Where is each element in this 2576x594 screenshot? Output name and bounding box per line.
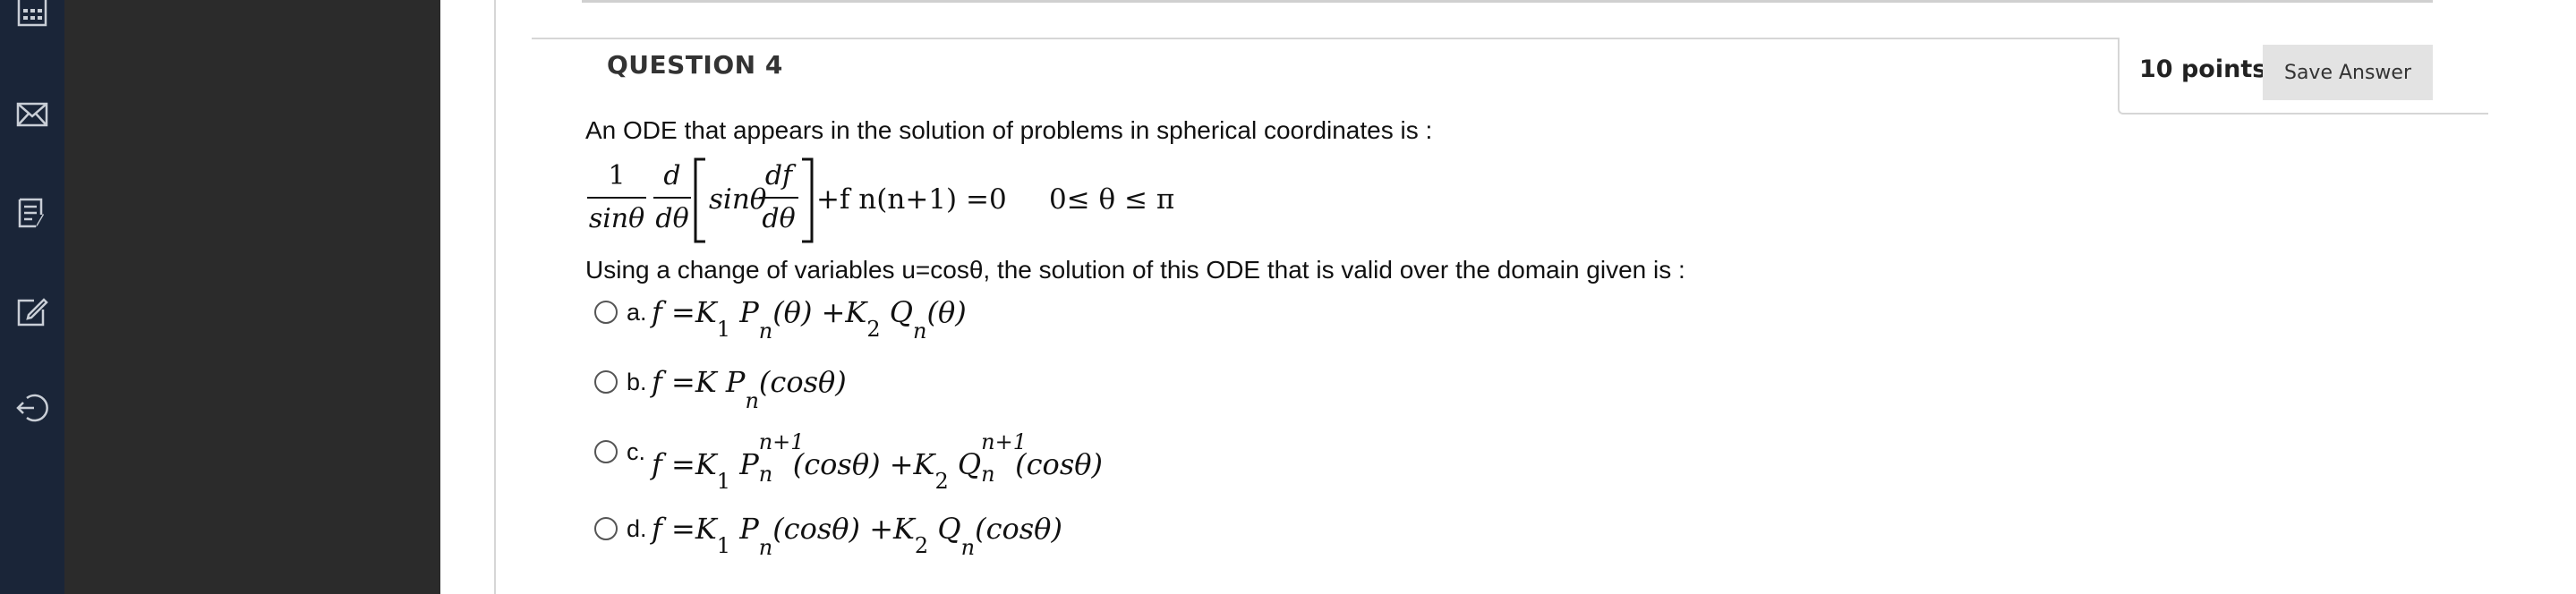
formula-text: f =K	[652, 447, 717, 481]
question-intro: An ODE that appears in the solution of p…	[585, 116, 1433, 144]
sin-theta-term: sinθ	[709, 183, 767, 216]
formula-subscript: 1	[716, 533, 731, 558]
formula-subscript: 1	[716, 317, 731, 342]
fraction-denominator: sinθ	[588, 203, 645, 234]
option-c-formula: f =K1 Pn+1 n (cosθ) +K2 Qn+1 n (cosθ)	[652, 429, 1103, 494]
question-instruction: Using a change of variables u=cosθ, the …	[585, 256, 1685, 284]
formula-text: (θ)	[926, 295, 967, 329]
formula-text: (cosθ)	[975, 512, 1062, 546]
save-answer-button[interactable]: Save Answer	[2263, 45, 2433, 100]
formula-superscript: n+1	[758, 429, 805, 454]
formula-text: (cosθ)	[1015, 447, 1103, 481]
formula-subscript: n	[913, 318, 927, 344]
equation-domain: 0≤ θ ≤ π	[1049, 183, 1175, 216]
previous-question-divider	[582, 0, 2433, 3]
formula-text: (cosθ) +K	[772, 512, 915, 546]
fraction-bar	[587, 197, 646, 199]
formula-subscript: n	[960, 535, 976, 560]
nav-rail	[0, 0, 64, 594]
fraction-numerator: d	[663, 160, 681, 191]
right-bracket	[802, 157, 814, 243]
formula-text: Q	[889, 295, 913, 329]
formula-subscript: n	[758, 318, 773, 344]
left-bracket	[694, 157, 705, 243]
equation-rest: +f n(n+1) =0	[816, 183, 1007, 216]
fraction-df-dtheta: df dθ	[759, 161, 798, 234]
formula-subscript: n	[758, 535, 773, 560]
edit-icon[interactable]	[16, 295, 48, 327]
formula-text: f =K	[652, 512, 717, 546]
logout-icon[interactable]	[16, 392, 48, 424]
mail-icon[interactable]	[16, 98, 48, 131]
formula-text: f =K P	[652, 365, 746, 399]
question-points: 10 points	[2139, 55, 2267, 83]
formula-text: P	[739, 512, 759, 546]
option-d-radio[interactable]	[594, 517, 618, 540]
formula-text: P	[739, 295, 759, 329]
option-b-formula: f =K Pn(cosθ)	[652, 365, 847, 413]
formula-subscript: 2	[934, 469, 949, 494]
option-c-radio[interactable]	[594, 440, 618, 463]
formula-text: Q	[957, 447, 982, 481]
fraction-numerator: 1	[608, 160, 626, 191]
fraction-d-dtheta: d dθ	[653, 161, 691, 234]
calendar-icon[interactable]	[16, 0, 48, 29]
formula-text: (cosθ) +K	[792, 447, 935, 481]
option-a-formula: f =K1 Pn(θ) +K2 Qn(θ)	[652, 295, 967, 344]
fraction-one-over-sin: 1 sinθ	[587, 161, 646, 234]
fraction-denominator: dθ	[762, 203, 796, 234]
content-border	[494, 0, 496, 594]
fraction-numerator: df	[764, 160, 793, 191]
formula-subscript: 2	[866, 317, 881, 342]
fraction-bar	[653, 197, 691, 199]
option-d-formula: f =K1 Pn(cosθ) +K2 Qn(cosθ)	[652, 512, 1062, 560]
option-letter: c.	[627, 438, 646, 465]
fraction-denominator: dθ	[655, 203, 689, 234]
side-panel	[64, 0, 440, 594]
formula-subscript: 1	[716, 469, 731, 494]
fraction-bar	[759, 197, 798, 199]
formula-text: f =K	[652, 295, 717, 329]
grades-icon[interactable]	[16, 197, 48, 229]
formula-subscript: n	[758, 462, 773, 487]
formula-text: Q	[937, 512, 961, 546]
formula-text: (cosθ)	[758, 365, 847, 399]
option-a-radio[interactable]	[594, 301, 618, 324]
formula-subscript: n	[981, 462, 995, 487]
option-b-radio[interactable]	[594, 370, 618, 394]
option-letter: a.	[627, 299, 647, 326]
question-title: QUESTION 4	[607, 50, 783, 80]
formula-subscript: n	[745, 388, 759, 413]
option-letter: d.	[627, 515, 647, 542]
formula-text: (θ) +K	[772, 295, 867, 329]
option-letter: b.	[627, 369, 647, 395]
formula-sup-sub: n+1 n	[759, 429, 805, 487]
formula-subscript: 2	[914, 533, 929, 558]
formula-sup-sub: n+1 n	[981, 429, 1027, 487]
formula-superscript: n+1	[981, 429, 1027, 454]
formula-text: P	[739, 447, 759, 481]
